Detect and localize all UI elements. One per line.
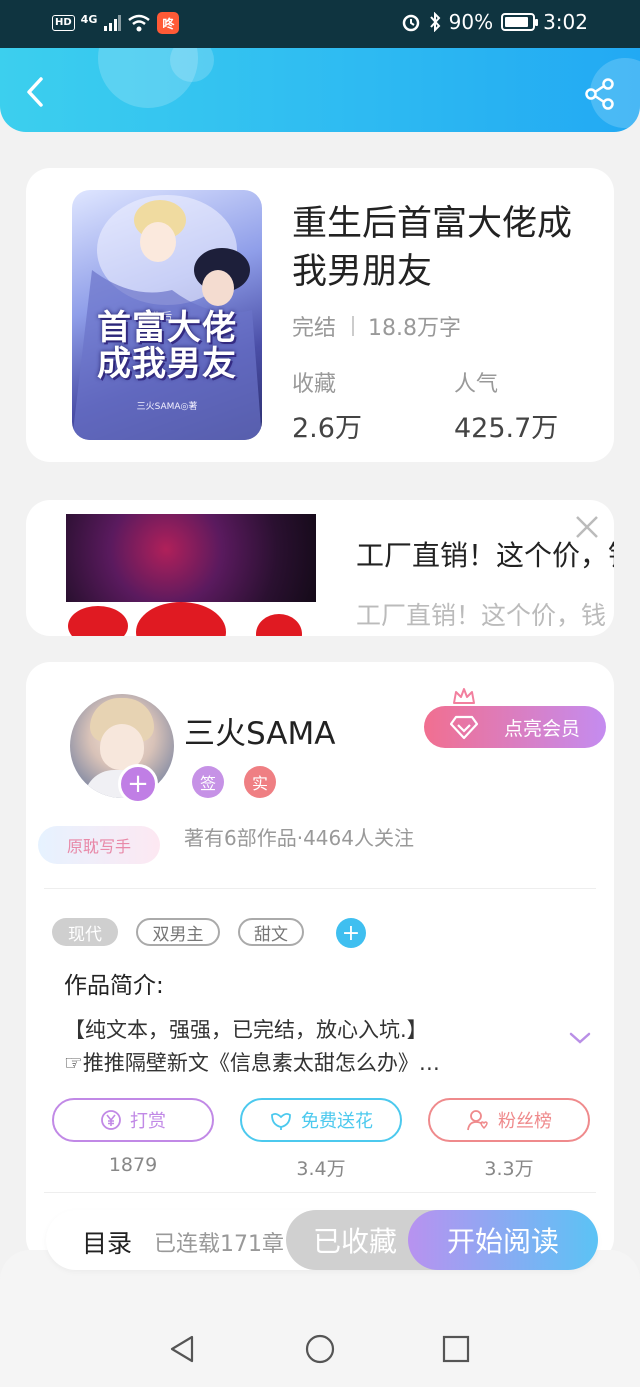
nav-home-icon[interactable]: [305, 1334, 335, 1364]
reward-button[interactable]: 打赏: [52, 1098, 214, 1142]
book-cover[interactable]: 重生后 首富大佬成我男友 三火SAMA◎著: [72, 190, 262, 440]
cover-title: 首富大佬成我男友: [97, 308, 237, 384]
bottom-action-bar: 目录 已连载171章 已收藏 开始阅读: [46, 1210, 598, 1270]
header: [0, 48, 640, 132]
book-title: 重生后首富大佬成我男朋友: [292, 204, 573, 292]
wifi-icon: [128, 14, 151, 32]
start-reading-label: 开始阅读: [446, 1225, 559, 1258]
ad-image[interactable]: [66, 514, 316, 636]
collected-label: 已收藏: [312, 1225, 397, 1258]
nav-recents-icon[interactable]: [441, 1334, 471, 1364]
fans-rank-label: 粉丝榜: [498, 1111, 552, 1132]
ad-image-dark: [66, 514, 316, 602]
word-count: 18.8万字: [368, 316, 462, 341]
toc-button[interactable]: 目录: [82, 1224, 132, 1260]
intro-text[interactable]: 【纯文本，强强，已完结，放心入坑.】 ☞推推隔壁新文《信息素太甜怎么办》…: [64, 1014, 564, 1080]
close-icon: [576, 516, 598, 538]
follow-button[interactable]: +: [118, 764, 158, 804]
status-bar: HD 4G 咚 90% 3:02: [0, 0, 640, 48]
system-nav-bar: [0, 1250, 640, 1387]
yen-coin-icon: [101, 1110, 121, 1130]
author-meta: 著有6部作品·4464人关注: [184, 826, 414, 850]
intro-label: 作品简介:: [64, 973, 164, 999]
add-tag-button[interactable]: +: [336, 918, 366, 948]
ad-subtitle: 工厂直销！这个价，钱: [356, 601, 607, 630]
stat-value-collect: 2.6万: [292, 413, 362, 444]
stat-label-popularity: 人气: [454, 372, 499, 397]
divider: [44, 1192, 596, 1193]
intro-line: ☞推推隔壁新文《信息素太甜怎么办》…: [64, 1051, 440, 1075]
battery-percent: 90%: [448, 10, 494, 34]
ad-card[interactable]: 工厂直销！这个价，钱 工厂直销！这个价，钱: [26, 500, 614, 636]
battery-fill: [505, 17, 529, 27]
back-button[interactable]: [18, 72, 52, 112]
reward-label: 打赏: [130, 1111, 166, 1132]
author-card: + 原耽写手 三火SAMA 签 实 著有6部作品·4464人关注 点亮会员 现代…: [26, 662, 614, 1262]
flower-icon: [271, 1112, 291, 1130]
status-right: 90% 3:02: [401, 10, 588, 34]
fans-rank-button[interactable]: 粉丝榜: [428, 1098, 590, 1142]
send-flower-label: 免费送花: [301, 1111, 373, 1132]
network-label: 4G: [80, 12, 98, 26]
genre-tag[interactable]: 双男主: [136, 918, 220, 946]
intro-line: 【纯文本，强强，已完结，放心入坑.】: [64, 1018, 428, 1042]
reward-count: 1879: [108, 1154, 158, 1176]
crown-icon: [453, 688, 475, 704]
battery-icon: [501, 13, 539, 31]
flower-count: 3.4万: [296, 1158, 346, 1180]
vip-button[interactable]: 点亮会员: [424, 706, 606, 748]
share-icon: [585, 78, 614, 110]
serial-status[interactable]: 已连载171章: [154, 1226, 284, 1258]
fans-count: 3.3万: [484, 1158, 534, 1180]
book-info-card: 重生后 首富大佬成我男友 三火SAMA◎著 重生后首富大佬成我男朋友 完结 18…: [26, 168, 614, 462]
diamond-icon: [450, 715, 478, 740]
app-notification-icon: 咚: [157, 12, 180, 34]
book-status-row: 完结 18.8万字: [292, 310, 461, 342]
author-badge: 原耽写手: [38, 826, 160, 864]
clock: 3:02: [543, 10, 588, 34]
send-flower-button[interactable]: 免费送花: [240, 1098, 402, 1142]
share-button[interactable]: [584, 78, 618, 112]
chevron-left-icon: [27, 77, 43, 107]
author-name[interactable]: 三火SAMA: [184, 708, 335, 753]
status-left: HD 4G 咚: [52, 12, 180, 34]
book-status: 完结: [292, 316, 337, 341]
signed-badge: 签: [192, 766, 224, 798]
vip-button-label: 点亮会员: [503, 717, 580, 740]
chevron-down-icon[interactable]: [568, 1030, 592, 1046]
alarm-icon: [402, 14, 419, 32]
hd-icon: HD: [52, 15, 75, 31]
stat-label-collect: 收藏: [292, 372, 337, 397]
ad-close-button[interactable]: [574, 514, 600, 540]
genre-tag[interactable]: 现代: [52, 918, 118, 946]
fans-icon: [467, 1110, 488, 1131]
divider: [352, 316, 355, 336]
cover-author: 三火SAMA◎著: [136, 402, 198, 412]
start-reading-button[interactable]: 开始阅读: [408, 1210, 598, 1270]
divider: [44, 888, 596, 889]
stat-value-popularity: 425.7万: [454, 413, 559, 444]
bluetooth-icon: [429, 12, 440, 32]
genre-tag[interactable]: 甜文: [238, 918, 304, 946]
signal-icon: [104, 15, 122, 31]
verified-badge: 实: [244, 766, 276, 798]
nav-back-icon[interactable]: [168, 1334, 198, 1364]
